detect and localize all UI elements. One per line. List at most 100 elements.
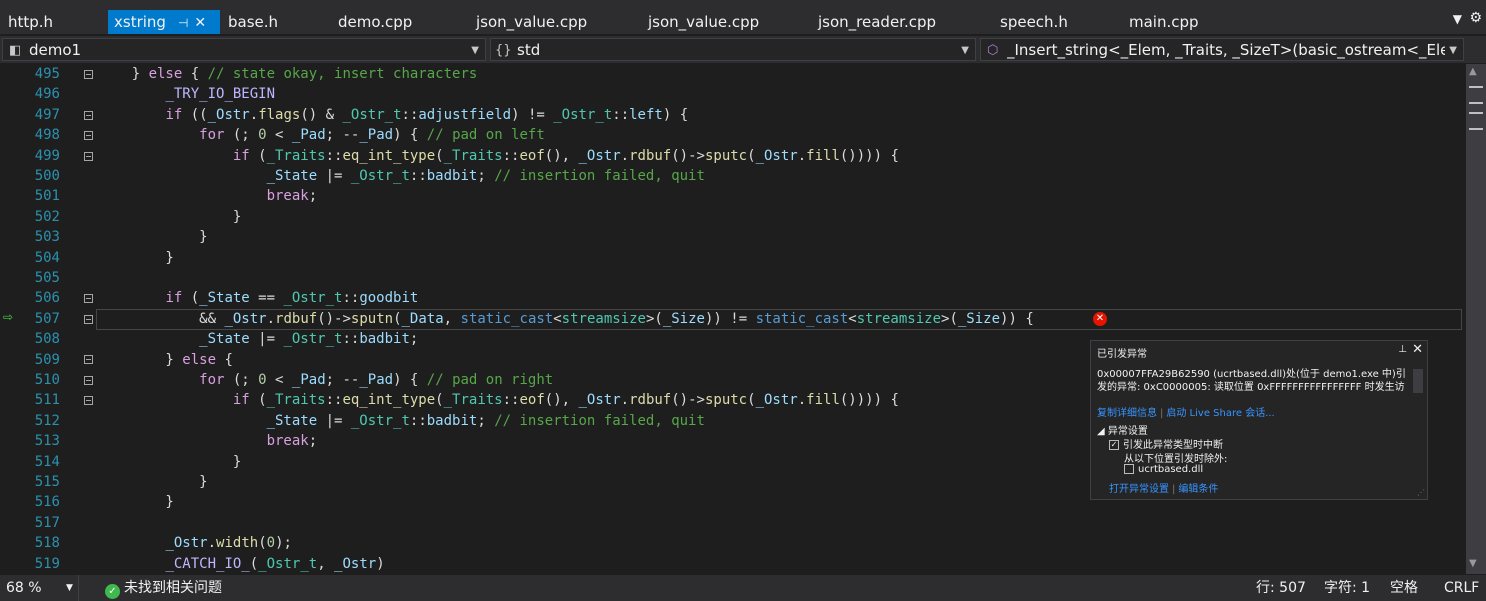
fold-toggle[interactable] [84, 70, 93, 79]
method-icon: ⬡ [987, 43, 999, 58]
resize-grip-icon[interactable]: ⋰ [1417, 488, 1425, 497]
tab-demo-cpp[interactable]: demo.cpp [338, 10, 412, 34]
fold-toggle[interactable] [84, 152, 93, 161]
scroll-marker [1469, 86, 1483, 88]
issues-label: 未找到相关问题 [124, 580, 222, 596]
checkbox-checked-icon: ✓ [1109, 440, 1119, 450]
zoom-level: 68 % [6, 580, 42, 596]
code-line: for (; 0 < _Pad; --_Pad) { // pad on rig… [199, 372, 554, 388]
pin-icon[interactable]: ⊣ [178, 16, 188, 30]
tab-label: speech.h [1000, 13, 1068, 31]
tab-json-reader-cpp[interactable]: json_reader.cpp [818, 10, 936, 34]
scroll-down-icon[interactable]: ▼ [1469, 558, 1477, 569]
fold-toggle[interactable] [84, 294, 93, 303]
status-bar: 68 % ▼ ✓ 未找到相关问题 行: 507 字符: 1 空格 CRLF [0, 575, 1486, 601]
line-number: 505 [34, 270, 60, 286]
fold-toggle[interactable] [84, 111, 93, 120]
tab-overflow-chevron-down-icon[interactable]: ▼ [1453, 12, 1462, 26]
code-line: } else { [98, 351, 233, 368]
tab-json-value-cpp[interactable]: json_value.cpp [476, 10, 587, 34]
gear-icon[interactable]: ⚙ [1469, 10, 1482, 26]
chevron-down-icon: ▼ [1449, 45, 1457, 56]
live-share-link[interactable]: 启动 Live Share 会话... [1166, 408, 1274, 419]
line-number: 512 [34, 412, 60, 429]
line-number: 508 [34, 331, 60, 348]
navigation-bar: ◧ demo1 ▼ {} std ▼ ⬡ _Insert_string<_Ele… [0, 36, 1486, 63]
line-number: 504 [34, 249, 60, 266]
fold-toggle[interactable] [84, 396, 93, 405]
line-number: 498 [34, 127, 60, 144]
popup-links: 复制详细信息 | 启动 Live Share 会话... [1097, 408, 1275, 419]
member-dropdown[interactable]: ⬡ _Insert_string<_Elem, _Traits, _SizeT>… [980, 38, 1464, 61]
pin-icon[interactable]: ⊥ [1398, 344, 1407, 355]
code-line: } else { // state okay, insert character… [98, 66, 478, 82]
project-dropdown[interactable]: ◧ demo1 ▼ [2, 38, 486, 61]
chevron-down-icon: ▼ [471, 45, 479, 56]
column-indicator[interactable]: 字符: 1 [1324, 575, 1370, 601]
exception-settings-header[interactable]: ◢ 异常设置 [1097, 422, 1148, 437]
check-circle-icon: ✓ [105, 584, 120, 599]
error-icon[interactable]: ✕ [1093, 312, 1107, 326]
line-indicator[interactable]: 行: 507 [1256, 575, 1306, 601]
module-checkbox[interactable]: ucrtbased.dll [1124, 464, 1203, 475]
tab-speech-h[interactable]: speech.h [1000, 10, 1068, 34]
line-number: 511 [34, 392, 60, 409]
line-number: 501 [34, 188, 60, 205]
checkbox-label: ucrtbased.dll [1138, 464, 1204, 475]
checkbox-unchecked-icon [1124, 464, 1134, 474]
tab-xstring[interactable]: xstring ⊣ ✕ [108, 10, 220, 34]
fold-toggle[interactable] [84, 315, 93, 324]
tab-base-h[interactable]: base.h [228, 10, 278, 34]
line-number: 517 [34, 514, 60, 531]
member-label: _Insert_string<_Elem, _Traits, _SizeT>(b… [1007, 41, 1445, 59]
close-icon[interactable]: ✕ [194, 15, 206, 31]
code-line: if (_Traits::eq_int_type(_Traits::eof(),… [232, 147, 899, 164]
line-ending-indicator[interactable]: CRLF [1444, 575, 1479, 601]
code-line: } [98, 208, 242, 225]
tab-http-h[interactable]: http.h [8, 10, 53, 34]
exception-helper-popup: 已引发异常 ⊥ ✕ 0x00007FFA29B62590 (ucrtbased.… [1090, 340, 1428, 500]
tab-json-value-cpp-2[interactable]: json_value.cpp [648, 10, 759, 34]
code-line: } [98, 453, 242, 470]
tab-label: json_value.cpp [476, 13, 588, 31]
scope-label: std [517, 41, 541, 59]
line-number: 497 [34, 106, 60, 123]
line-number: 507 [34, 310, 60, 327]
scope-dropdown[interactable]: {} std ▼ [490, 38, 976, 61]
scroll-marker [1469, 102, 1483, 104]
tab-main-cpp[interactable]: main.cpp [1129, 10, 1199, 34]
line-number: 516 [34, 494, 60, 511]
scroll-up-icon[interactable]: ▲ [1469, 66, 1477, 77]
copy-details-link[interactable]: 复制详细信息 [1097, 408, 1157, 419]
code-line: } [98, 249, 174, 266]
scroll-marker [1469, 128, 1483, 130]
code-line: if ((_Ostr.flags() & _Ostr_t::adjustfiel… [165, 106, 689, 123]
line-number: 503 [34, 229, 60, 246]
fold-toggle[interactable] [84, 355, 93, 364]
code-line: && _Ostr.rdbuf()->sputn(_Data, static_ca… [98, 310, 1034, 327]
line-number: 518 [34, 535, 60, 552]
zoom-dropdown[interactable]: 68 % ▼ [0, 575, 79, 601]
code-line: if (_Traits::eq_int_type(_Traits::eof(),… [232, 392, 899, 409]
code-line: _State |= _Ostr_t::badbit; // insertion … [266, 412, 705, 429]
exception-message: 0x00007FFA29B62590 (ucrtbased.dll)处(位于 d… [1097, 369, 1406, 393]
line-number: 510 [34, 372, 60, 388]
code-line: } [98, 474, 208, 490]
message-scrollbar[interactable] [1413, 369, 1423, 393]
line-number: 506 [34, 290, 60, 307]
edit-conditions-link[interactable]: 编辑条件 [1178, 484, 1218, 495]
whitespace-indicator[interactable]: 空格 [1390, 575, 1418, 601]
issues-indicator[interactable]: ✓ 未找到相关问题 [105, 575, 222, 601]
close-icon[interactable]: ✕ [1412, 342, 1423, 357]
break-when-thrown-checkbox[interactable]: ✓ 引发此异常类型时中断 [1109, 436, 1223, 451]
line-number: 500 [34, 168, 60, 184]
code-line: } [98, 494, 174, 511]
tab-label: demo.cpp [338, 13, 413, 31]
vertical-scrollbar[interactable]: ▲ ▼ [1466, 64, 1486, 574]
fold-toggle[interactable] [84, 376, 93, 385]
fold-toggle[interactable] [84, 131, 93, 140]
tab-label: json_value.cpp [648, 13, 760, 31]
open-exception-settings-link[interactable]: 打开异常设置 [1109, 484, 1169, 495]
